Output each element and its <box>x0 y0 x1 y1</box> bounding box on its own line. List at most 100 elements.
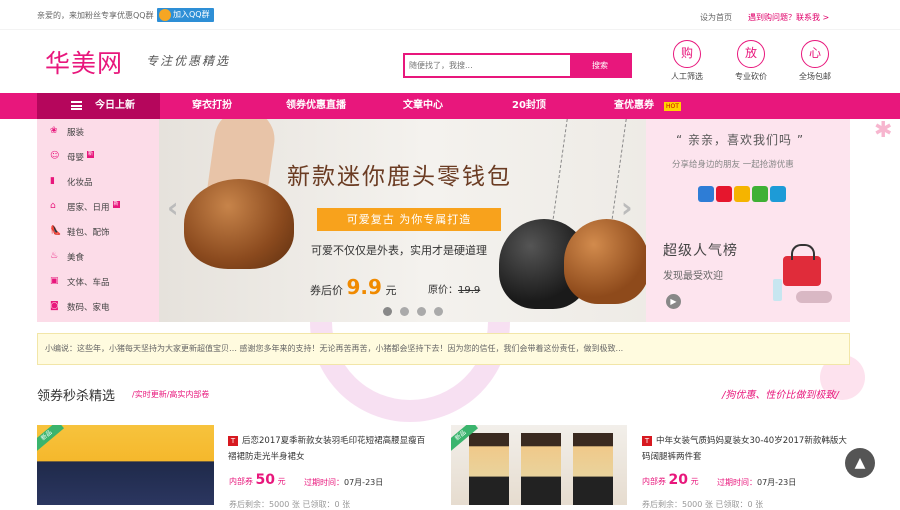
feature-manual-filter[interactable]: 购 人工筛选 <box>662 40 712 82</box>
sidebar-item-label: 母婴 <box>67 153 85 163</box>
coupon-unit: 元 <box>690 477 699 486</box>
banner-original-price: 原价：19.9 <box>428 281 480 296</box>
sidebar-item-shoes-bags[interactable]: 👠 鞋包、配饰 <box>50 226 110 239</box>
hot-ranking-title[interactable]: 超级人气榜 <box>663 240 738 260</box>
next-arrow-icon[interactable]: › <box>621 191 633 224</box>
car-icon: ▣ <box>50 276 59 286</box>
nav-coupon-live[interactable]: 领券优惠直播 <box>286 93 346 119</box>
chevron-right-icon[interactable]: ▶ <box>666 294 681 309</box>
product-image[interactable]: 新品 <box>37 425 214 505</box>
sidebar-item-baby[interactable]: ☺ 母婴新 <box>50 151 95 163</box>
product-image[interactable]: 新品 <box>451 425 627 505</box>
banner-title: 新款迷你鹿头零钱包 <box>287 164 512 190</box>
carousel-dot[interactable] <box>417 307 426 316</box>
notice-bar: 小编说：这些年，小猪每天坚持为大家更新超值宝贝… 感谢您多年来的支持！无论再苦再… <box>37 333 850 365</box>
qq-share-icon[interactable] <box>770 186 786 202</box>
prev-arrow-icon[interactable]: ‹ <box>167 191 179 224</box>
bottle-image <box>773 279 782 301</box>
section-slogan: /狗优惠、性价比做到极致/ <box>722 390 839 401</box>
qzone-icon[interactable] <box>734 186 750 202</box>
contact-link[interactable]: 遇到购问题？联系我 > <box>748 12 829 23</box>
nav-articles[interactable]: 文章中心 <box>403 93 443 119</box>
carousel-dot[interactable] <box>434 307 443 316</box>
search-input[interactable] <box>405 55 570 76</box>
share-text: 分享给身边的朋友 一起抢游优惠 <box>672 160 794 170</box>
section-subtitle: /实时更新/高实内部卷 <box>132 390 210 399</box>
expire-date: 07月-23日 <box>344 478 384 487</box>
sidebar-item-home[interactable]: ⌂ 居家、日用新 <box>50 201 120 213</box>
sidebar-item-food[interactable]: ♨ 美食 <box>50 251 85 264</box>
nav-today-new[interactable]: 今日上新 <box>37 93 160 119</box>
lipstick-icon: ▮ <box>50 176 55 186</box>
hero-banner[interactable]: 新款迷你鹿头零钱包 可爱复古 为你专属打造 可爱不仅仅是外表，实用才是硬道理 券… <box>159 119 646 322</box>
carousel-dot[interactable] <box>383 307 392 316</box>
sidebar-item-label: 化妆品 <box>67 178 93 188</box>
join-qq-label: 加入QQ群 <box>173 10 210 19</box>
shoe-image <box>796 291 832 303</box>
sidebar-item-label: 美食 <box>67 253 85 263</box>
tmall-icon: T <box>642 436 652 446</box>
product-title[interactable]: T 后恋2017夏季新款女装羽毛印花短裙高腰显瘦百褶裙防走光半身裙女 <box>228 433 433 465</box>
sidebar-item-clothing[interactable]: ❀ 服装 <box>50 126 84 139</box>
coupon-label: 内部券 <box>642 477 666 486</box>
carousel-dot[interactable] <box>400 307 409 316</box>
search-button[interactable]: 搜索 <box>570 55 630 76</box>
search-box: 搜索 <box>403 53 632 78</box>
new-badge: 新品 <box>37 425 65 452</box>
sidebar-item-sports-car[interactable]: ▣ 文体、车品 <box>50 276 110 289</box>
coupon-label: 内部券 <box>229 477 253 486</box>
banner-tagline: 可爱复古 为你专属打造 <box>317 208 501 231</box>
relax-icon: 放 <box>737 40 765 68</box>
hot-ranking-subtitle: 发现最受欢迎 <box>663 271 723 282</box>
site-logo[interactable]: 华美网 <box>45 44 123 80</box>
nav-20-cap[interactable]: 20封顶 <box>512 93 546 119</box>
back-to-top-rocket-icon[interactable]: ▲ <box>845 448 875 478</box>
site-slogan: 专注优惠精选 <box>146 54 231 68</box>
product-title[interactable]: T 中年女装气质妈妈夏装女30-40岁2017新款韩版大码阔腿裤两件套 <box>642 433 847 465</box>
dress-icon: ❀ <box>50 126 58 136</box>
model-figure <box>573 433 613 505</box>
model-figure <box>469 433 509 505</box>
sidebar-item-label: 数码、家电 <box>67 303 110 313</box>
share-buttons <box>698 186 788 206</box>
baby-icon: ☺ <box>50 151 60 161</box>
coupon-info: 内部券 50 元 <box>229 472 286 488</box>
orig-value: 19.9 <box>458 285 481 296</box>
orig-label: 原价： <box>428 285 458 296</box>
share-plus-icon[interactable] <box>698 186 714 202</box>
price-label: 券后价 <box>310 284 343 297</box>
join-qq-group-button[interactable]: 加入QQ群 <box>157 8 214 22</box>
header: 华美网 专注优惠精选 搜索 购 人工筛选 放 专业砍价 心 全场包邮 <box>0 30 900 93</box>
nav-dress-up[interactable]: 穿衣打扮 <box>192 93 232 119</box>
welcome-text: 亲爱的，来加粉丝专享优惠QQ群 <box>37 11 154 20</box>
wechat-icon[interactable] <box>752 186 768 202</box>
set-home-link[interactable]: 设为首页 <box>700 12 732 23</box>
feature-label: 全场包邮 <box>799 72 831 81</box>
section-title: 领券秒杀精选 <box>37 389 116 404</box>
category-sidebar: ❀ 服装 ☺ 母婴新 ▮ 化妆品 ⌂ 居家、日用新 👠 鞋包、配饰 ♨ 美食 ▣ 文体、车品 … <box>37 119 159 322</box>
coupon-value: 20 <box>668 472 689 488</box>
nav-label: 今日上新 <box>95 100 135 111</box>
weibo-icon[interactable] <box>716 186 732 202</box>
sidebar-item-label: 鞋包、配饰 <box>67 228 110 238</box>
expire-date: 07月-23日 <box>757 478 797 487</box>
feature-label: 专业砍价 <box>735 72 767 81</box>
feature-pro-bargain[interactable]: 放 专业砍价 <box>726 40 776 82</box>
top-bar: 亲爱的，来加粉丝专享优惠QQ群 加入QQ群 设为首页 遇到购问题？联系我 > <box>0 0 900 30</box>
greeting-text: “ 亲亲，喜欢我们吗 ” <box>676 133 805 147</box>
shoe-icon: 👠 <box>50 226 62 236</box>
tmall-icon: T <box>228 436 238 446</box>
sidebar-item-cosmetics[interactable]: ▮ 化妆品 <box>50 176 93 189</box>
qq-icon <box>159 9 171 21</box>
feature-label: 人工筛选 <box>671 72 703 81</box>
feature-free-shipping[interactable]: 心 全场包邮 <box>790 40 840 82</box>
sidebar-item-label: 居家、日用 <box>67 203 110 213</box>
heart-icon: 心 <box>801 40 829 68</box>
right-panel: “ 亲亲，喜欢我们吗 ” 分享给身边的朋友 一起抢游优惠 超级人气榜 发现最受欢… <box>646 119 850 322</box>
banner-subtitle: 可爱不仅仅是外表，实用才是硬道理 <box>311 244 487 257</box>
main-nav: 今日上新 穿衣打扮 领券优惠直播 文章中心 20封顶 查优惠券 HOT <box>0 93 900 119</box>
banner-price: 券后价 9.9 元 <box>310 275 396 299</box>
model-figure <box>521 433 561 505</box>
sidebar-item-digital[interactable]: ◙ 数码、家电 <box>50 301 110 314</box>
nav-find-coupon[interactable]: 查优惠券 <box>614 93 654 119</box>
